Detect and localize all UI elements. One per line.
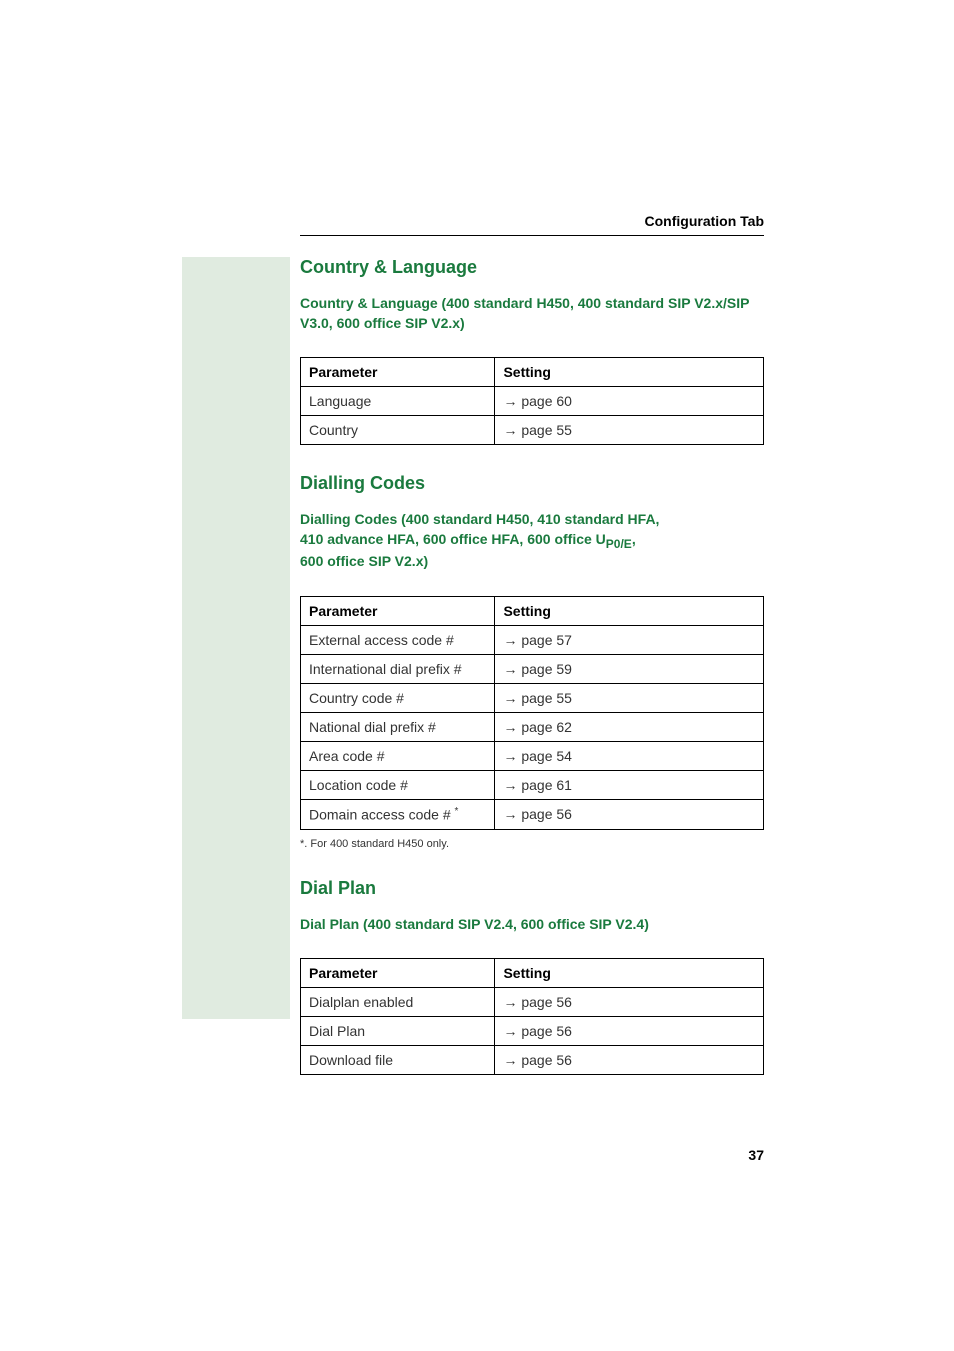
page-ref[interactable]: page 59 xyxy=(521,661,572,677)
cell-param: External access code # xyxy=(301,625,495,654)
cell-param: Download file xyxy=(301,1046,495,1075)
arrow-icon: → xyxy=(503,632,517,648)
cell-param: Country code # xyxy=(301,683,495,712)
arrow-icon: → xyxy=(503,777,517,793)
header-section: Configuration Tab xyxy=(300,213,764,236)
arrow-icon: → xyxy=(503,690,517,706)
cell-param: Area code # xyxy=(301,741,495,770)
subheading-line1: Dialling Codes (400 standard H450, 410 s… xyxy=(300,511,659,527)
table-header-setting: Setting xyxy=(495,959,764,988)
page-ref[interactable]: page 56 xyxy=(521,994,572,1010)
table-row: Download file → page 56 xyxy=(301,1046,764,1075)
table-header-row: Parameter Setting xyxy=(301,959,764,988)
cell-setting: → page 54 xyxy=(495,741,764,770)
heading-country-language: Country & Language xyxy=(300,257,764,278)
cell-setting: → page 62 xyxy=(495,712,764,741)
subheading-dial-plan: Dial Plan (400 standard SIP V2.4, 600 of… xyxy=(300,915,764,935)
arrow-icon: → xyxy=(503,1023,517,1039)
arrow-icon: → xyxy=(503,1052,517,1068)
section-dial-plan: Dial Plan Dial Plan (400 standard SIP V2… xyxy=(300,878,764,1076)
arrow-icon: → xyxy=(503,994,517,1010)
subheading-line2-post: , xyxy=(632,531,636,547)
cell-param: Dial Plan xyxy=(301,1017,495,1046)
table-row: Dialplan enabled → page 56 xyxy=(301,988,764,1017)
footnote-dialling-codes: *. For 400 standard H450 only. xyxy=(300,838,764,850)
cell-param: International dial prefix # xyxy=(301,654,495,683)
page-ref[interactable]: page 55 xyxy=(521,690,572,706)
page-ref[interactable]: page 61 xyxy=(521,777,572,793)
cell-setting: → page 61 xyxy=(495,770,764,799)
table-header-setting: Setting xyxy=(495,596,764,625)
table-row: Country code # → page 55 xyxy=(301,683,764,712)
table-header-parameter: Parameter xyxy=(301,596,495,625)
cell-setting: → page 60 xyxy=(495,387,764,416)
page-ref[interactable]: page 56 xyxy=(521,1023,572,1039)
table-header-row: Parameter Setting xyxy=(301,596,764,625)
table-row: Domain access code # * → page 56 xyxy=(301,799,764,829)
cell-setting: → page 57 xyxy=(495,625,764,654)
cell-setting: → page 56 xyxy=(495,1017,764,1046)
arrow-icon: → xyxy=(503,393,517,409)
header-title: Configuration Tab xyxy=(300,213,764,236)
table-row: Dial Plan → page 56 xyxy=(301,1017,764,1046)
table-row: Location code # → page 61 xyxy=(301,770,764,799)
table-header-parameter: Parameter xyxy=(301,959,495,988)
cell-param: Domain access code # * xyxy=(301,799,495,829)
cell-setting: → page 55 xyxy=(495,416,764,445)
table-header-setting: Setting xyxy=(495,358,764,387)
arrow-icon: → xyxy=(503,748,517,764)
section-dialling-codes: Dialling Codes Dialling Codes (400 stand… xyxy=(300,473,764,849)
subheading-line2-sub: P0/E xyxy=(606,537,632,551)
param-text: Domain access code # xyxy=(309,807,451,823)
table-header-row: Parameter Setting xyxy=(301,358,764,387)
table-country-language: Parameter Setting Language → page 60 Cou… xyxy=(300,357,764,445)
cell-param: Country xyxy=(301,416,495,445)
subheading-line2-pre: 410 advance HFA, 600 office HFA, 600 off… xyxy=(300,531,606,547)
table-header-parameter: Parameter xyxy=(301,358,495,387)
arrow-icon: → xyxy=(503,661,517,677)
cell-param: National dial prefix # xyxy=(301,712,495,741)
heading-dial-plan: Dial Plan xyxy=(300,878,764,899)
subheading-line3: 600 office SIP V2.x) xyxy=(300,553,428,569)
sidebar-decoration xyxy=(182,257,290,1019)
page-ref[interactable]: page 60 xyxy=(521,393,572,409)
cell-setting: → page 59 xyxy=(495,654,764,683)
arrow-icon: → xyxy=(503,806,517,822)
subheading-dialling-codes: Dialling Codes (400 standard H450, 410 s… xyxy=(300,510,764,572)
cell-setting: → page 56 xyxy=(495,799,764,829)
page-ref[interactable]: page 57 xyxy=(521,632,572,648)
table-dial-plan: Parameter Setting Dialplan enabled → pag… xyxy=(300,958,764,1075)
cell-param: Language xyxy=(301,387,495,416)
page-ref[interactable]: page 55 xyxy=(521,422,572,438)
table-dialling-codes: Parameter Setting External access code #… xyxy=(300,596,764,830)
section-country-language: Country & Language Country & Language (4… xyxy=(300,257,764,445)
table-row: International dial prefix # → page 59 xyxy=(301,654,764,683)
asterisk-marker: * xyxy=(455,806,459,817)
cell-setting: → page 56 xyxy=(495,988,764,1017)
cell-setting: → page 56 xyxy=(495,1046,764,1075)
content-area: Country & Language Country & Language (4… xyxy=(300,257,764,1103)
page-container: Configuration Tab Country & Language Cou… xyxy=(0,0,954,1351)
subheading-country-language: Country & Language (400 standard H450, 4… xyxy=(300,294,764,333)
table-row: Area code # → page 54 xyxy=(301,741,764,770)
arrow-icon: → xyxy=(503,719,517,735)
table-row: External access code # → page 57 xyxy=(301,625,764,654)
table-row: Country → page 55 xyxy=(301,416,764,445)
cell-param: Dialplan enabled xyxy=(301,988,495,1017)
table-row: National dial prefix # → page 62 xyxy=(301,712,764,741)
table-row: Language → page 60 xyxy=(301,387,764,416)
arrow-icon: → xyxy=(503,422,517,438)
page-ref[interactable]: page 62 xyxy=(521,719,572,735)
cell-param: Location code # xyxy=(301,770,495,799)
page-ref[interactable]: page 54 xyxy=(521,748,572,764)
page-number: 37 xyxy=(748,1147,764,1163)
heading-dialling-codes: Dialling Codes xyxy=(300,473,764,494)
cell-setting: → page 55 xyxy=(495,683,764,712)
page-ref[interactable]: page 56 xyxy=(521,1052,572,1068)
page-ref[interactable]: page 56 xyxy=(521,806,572,822)
